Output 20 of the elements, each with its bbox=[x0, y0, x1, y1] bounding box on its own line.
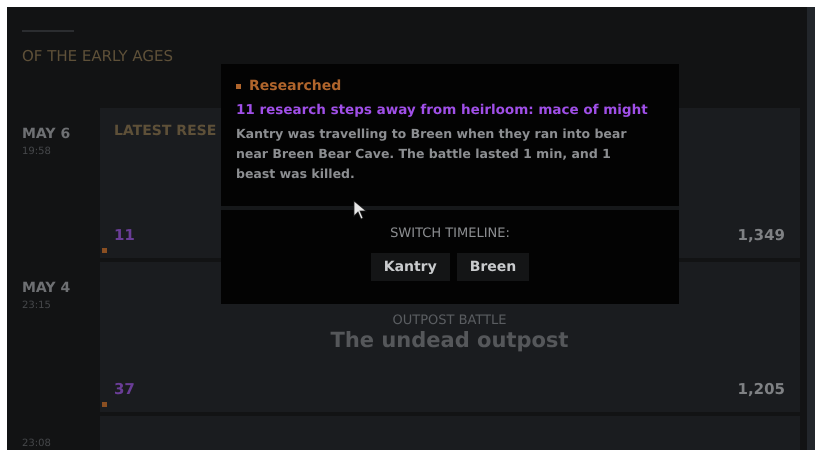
event-score: 1,205 bbox=[738, 380, 785, 398]
card-heading: LATEST RESE bbox=[114, 123, 216, 139]
timeline-button[interactable]: Kantry bbox=[370, 253, 450, 281]
entry-date: MAY 6 bbox=[22, 126, 72, 142]
marker-icon bbox=[102, 248, 107, 253]
switch-label: SWITCH TIMELINE: bbox=[390, 226, 510, 241]
event-tag: Researched bbox=[249, 78, 342, 94]
event-title: The undead outpost bbox=[330, 328, 568, 352]
scrollbar[interactable] bbox=[807, 7, 815, 450]
event-category: OUTPOST BATTLE bbox=[392, 313, 506, 328]
marker-icon bbox=[236, 84, 241, 88]
timeline-button[interactable]: Breen bbox=[456, 253, 530, 281]
step-count: 37 bbox=[114, 380, 135, 398]
event-headline: 11 research steps away from heirloom: mace of might bbox=[236, 102, 649, 118]
marker-icon bbox=[102, 402, 107, 407]
event-description: Kantry was travelling to Breen when they ran into bear near Breen Bear Cave. The battle lasted 1 min, and 1 beast was killed. bbox=[236, 125, 628, 183]
entry-date: MAY 4 bbox=[22, 280, 72, 296]
era-subtitle: OF THE EARLY AGES bbox=[22, 47, 173, 65]
step-count: 11 bbox=[114, 226, 135, 244]
event-score: 1,349 bbox=[738, 226, 785, 244]
